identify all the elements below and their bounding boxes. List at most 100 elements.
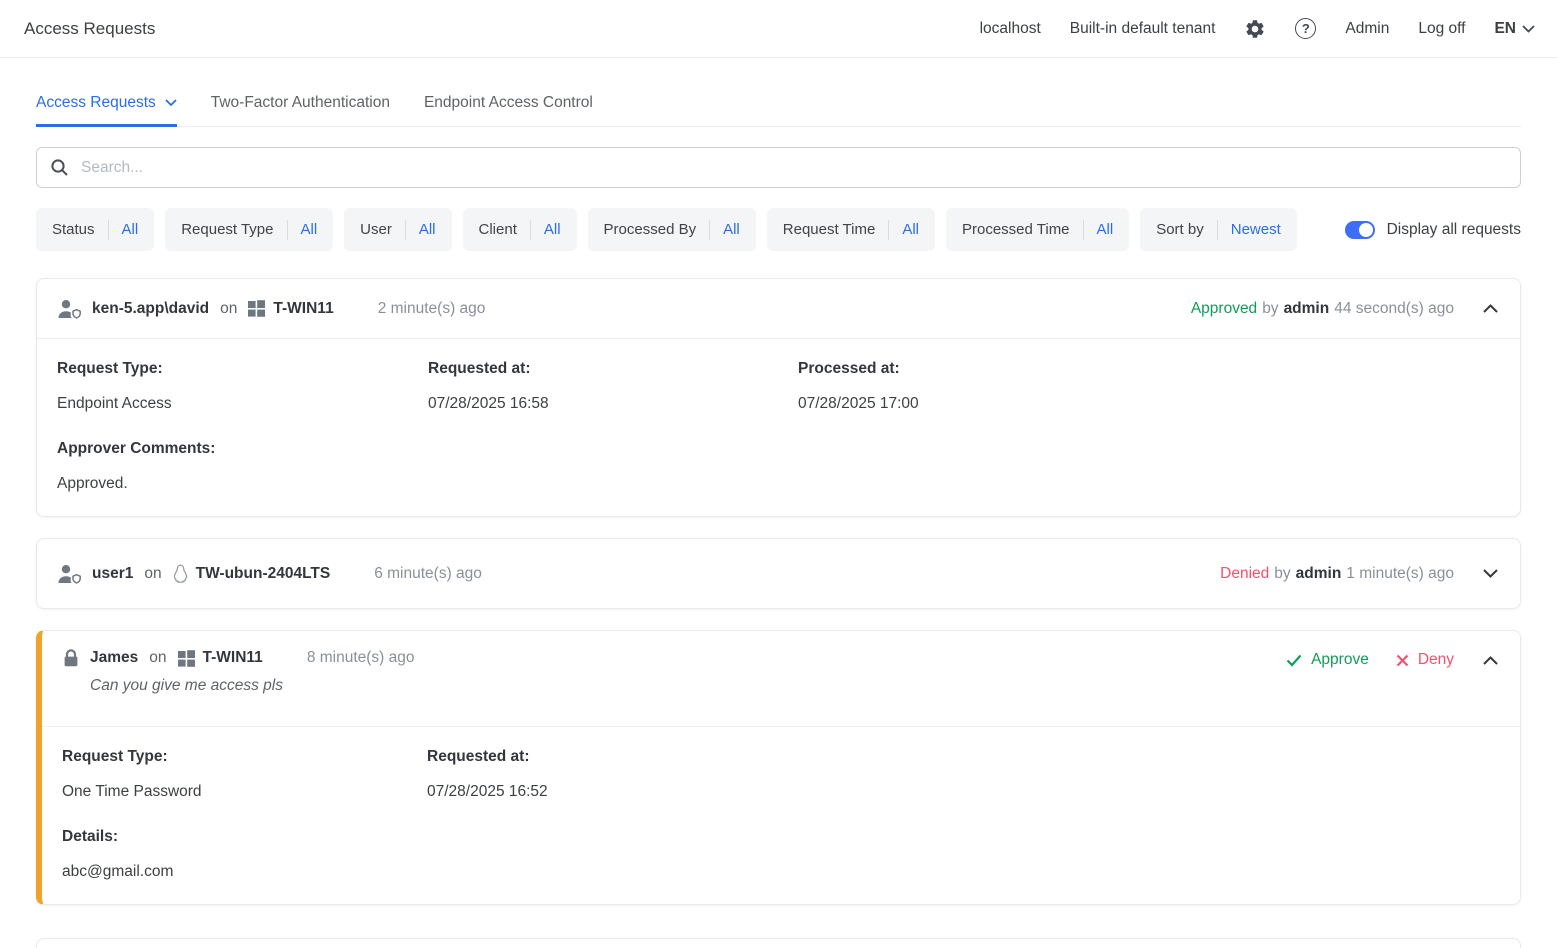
- filter-label: Status: [52, 221, 95, 238]
- search-bar: [36, 147, 1521, 188]
- divider: [108, 220, 109, 240]
- request-card-body: Request Type: One Time Password Requeste…: [42, 727, 1520, 904]
- request-actions: Approve Deny: [1286, 651, 1500, 669]
- tab-label: Two-Factor Authentication: [211, 94, 390, 112]
- expand-button[interactable]: [1481, 567, 1500, 580]
- field-approver-comments: Approver Comments: Approved.: [57, 440, 1500, 493]
- field-label: Requested at:: [428, 360, 798, 378]
- toggle-label: Display all requests: [1387, 221, 1521, 239]
- on-word: on: [149, 649, 166, 667]
- chevron-up-icon: [1483, 656, 1498, 665]
- by-word: by: [1274, 565, 1290, 583]
- help-button[interactable]: ?: [1295, 18, 1316, 39]
- filter-processed-time[interactable]: Processed Time All: [946, 208, 1129, 251]
- search-icon: [50, 158, 69, 177]
- field-value: 07/28/2025 16:58: [428, 395, 798, 413]
- field-value: Endpoint Access: [57, 395, 428, 413]
- filter-processed-by[interactable]: Processed By All: [588, 208, 756, 251]
- deny-button[interactable]: Deny: [1396, 651, 1454, 669]
- field-value: Approved.: [57, 475, 1500, 493]
- filter-value: All: [419, 221, 436, 238]
- linux-icon: [173, 564, 188, 583]
- field-value: abc@gmail.com: [62, 863, 1500, 881]
- filter-value: Newest: [1231, 221, 1281, 238]
- request-host: TW-ubun-2404LTS: [196, 565, 331, 583]
- request-time-ago: 2 minute(s) ago: [378, 300, 486, 318]
- person-badge-icon: [57, 564, 82, 584]
- host-label: localhost: [980, 20, 1041, 38]
- filter-value: All: [723, 221, 740, 238]
- request-card-header[interactable]: user1 on TW-ubun-2404LTS 6 minute(s) ago…: [37, 539, 1520, 608]
- filter-client[interactable]: Client All: [463, 208, 577, 251]
- windows-icon: [248, 300, 265, 317]
- tab-two-factor-authentication[interactable]: Two-Factor Authentication: [211, 94, 390, 127]
- filter-request-time[interactable]: Request Time All: [767, 208, 935, 251]
- tab-label: Endpoint Access Control: [424, 94, 593, 112]
- help-icon: ?: [1295, 18, 1316, 39]
- request-host: T-WIN11: [273, 300, 333, 318]
- log-off-button[interactable]: Log off: [1418, 20, 1465, 38]
- request-time-ago: 6 minute(s) ago: [374, 565, 482, 583]
- field-label: Approver Comments:: [57, 440, 1500, 458]
- request-list: ken-5.app\david on T-WIN11 2 minute(s) a…: [36, 278, 1521, 948]
- request-time-ago: 8 minute(s) ago: [307, 649, 415, 667]
- settings-button[interactable]: [1244, 18, 1266, 40]
- field-value: One Time Password: [62, 783, 427, 801]
- tab-access-requests[interactable]: Access Requests: [36, 94, 177, 127]
- filter-bar: Status All Request Type All User All Cli…: [36, 208, 1521, 251]
- divider: [287, 220, 288, 240]
- account-menu[interactable]: Admin: [1345, 20, 1389, 38]
- request-user: user1: [92, 565, 133, 583]
- tab-endpoint-access-control[interactable]: Endpoint Access Control: [424, 94, 593, 127]
- field-request-type: Request Type: Endpoint Access: [57, 360, 428, 413]
- field-label: Requested at:: [427, 748, 1500, 766]
- top-bar-right: localhost Built-in default tenant ? Admi…: [980, 18, 1535, 40]
- search-input[interactable]: [79, 158, 1507, 178]
- request-card-approved: ken-5.app\david on T-WIN11 2 minute(s) a…: [36, 278, 1521, 517]
- x-icon: [1396, 654, 1409, 667]
- filter-value: All: [301, 221, 318, 238]
- filter-label: Client: [479, 221, 517, 238]
- filter-status[interactable]: Status All: [36, 208, 154, 251]
- language-selector[interactable]: EN: [1494, 20, 1535, 38]
- field-requested-at: Requested at: 07/28/2025 16:58: [428, 360, 798, 413]
- field-label: Request Type:: [62, 748, 427, 766]
- status-approved: Approved: [1191, 300, 1257, 318]
- request-card-denied: user1 on TW-ubun-2404LTS 6 minute(s) ago…: [36, 538, 1521, 609]
- request-status-area: Denied by admin 1 minute(s) ago: [1220, 565, 1500, 583]
- filter-user[interactable]: User All: [344, 208, 451, 251]
- request-identity: user1 on TW-ubun-2404LTS 6 minute(s) ago: [57, 564, 482, 584]
- display-all-requests-toggle[interactable]: [1345, 221, 1375, 239]
- filter-label: User: [360, 221, 392, 238]
- on-word: on: [144, 565, 161, 583]
- field-label: Processed at:: [798, 360, 1500, 378]
- request-card-header[interactable]: James on T-WIN11 8 minute(s) ago: [42, 631, 1520, 726]
- field-label: Details:: [62, 828, 1500, 846]
- windows-icon: [178, 650, 195, 667]
- field-label: Request Type:: [57, 360, 428, 378]
- check-icon: [1286, 654, 1302, 667]
- approve-button[interactable]: Approve: [1286, 651, 1369, 669]
- field-value: 07/28/2025 17:00: [798, 395, 1500, 413]
- chevron-down-icon: [1522, 25, 1535, 33]
- by-word: by: [1262, 300, 1278, 318]
- filter-label: Sort by: [1156, 221, 1204, 238]
- sort-by-selector[interactable]: Sort by Newest: [1140, 208, 1297, 251]
- collapse-button[interactable]: [1481, 302, 1500, 315]
- processed-by-user: admin: [1284, 300, 1330, 318]
- divider: [405, 220, 406, 240]
- field-requested-at: Requested at: 07/28/2025 16:52: [427, 748, 1500, 801]
- request-card-header[interactable]: ken-5.app\david on T-WIN11 2 minute(s) a…: [37, 279, 1520, 338]
- chevron-down-icon: [1483, 569, 1498, 578]
- chevron-down-icon: [165, 99, 177, 107]
- filter-label: Request Time: [783, 221, 876, 238]
- divider: [888, 220, 889, 240]
- request-status-area: Approved by admin 44 second(s) ago: [1191, 300, 1500, 318]
- filter-request-type[interactable]: Request Type All: [165, 208, 333, 251]
- collapse-button[interactable]: [1481, 654, 1500, 667]
- field-value: 07/28/2025 16:52: [427, 783, 1500, 801]
- request-identity: ken-5.app\david on T-WIN11 2 minute(s) a…: [57, 299, 485, 319]
- filter-value: All: [902, 221, 919, 238]
- processed-status: Approved by admin 44 second(s) ago: [1191, 300, 1454, 318]
- request-fields: Request Type: Endpoint Access Requested …: [57, 360, 1500, 413]
